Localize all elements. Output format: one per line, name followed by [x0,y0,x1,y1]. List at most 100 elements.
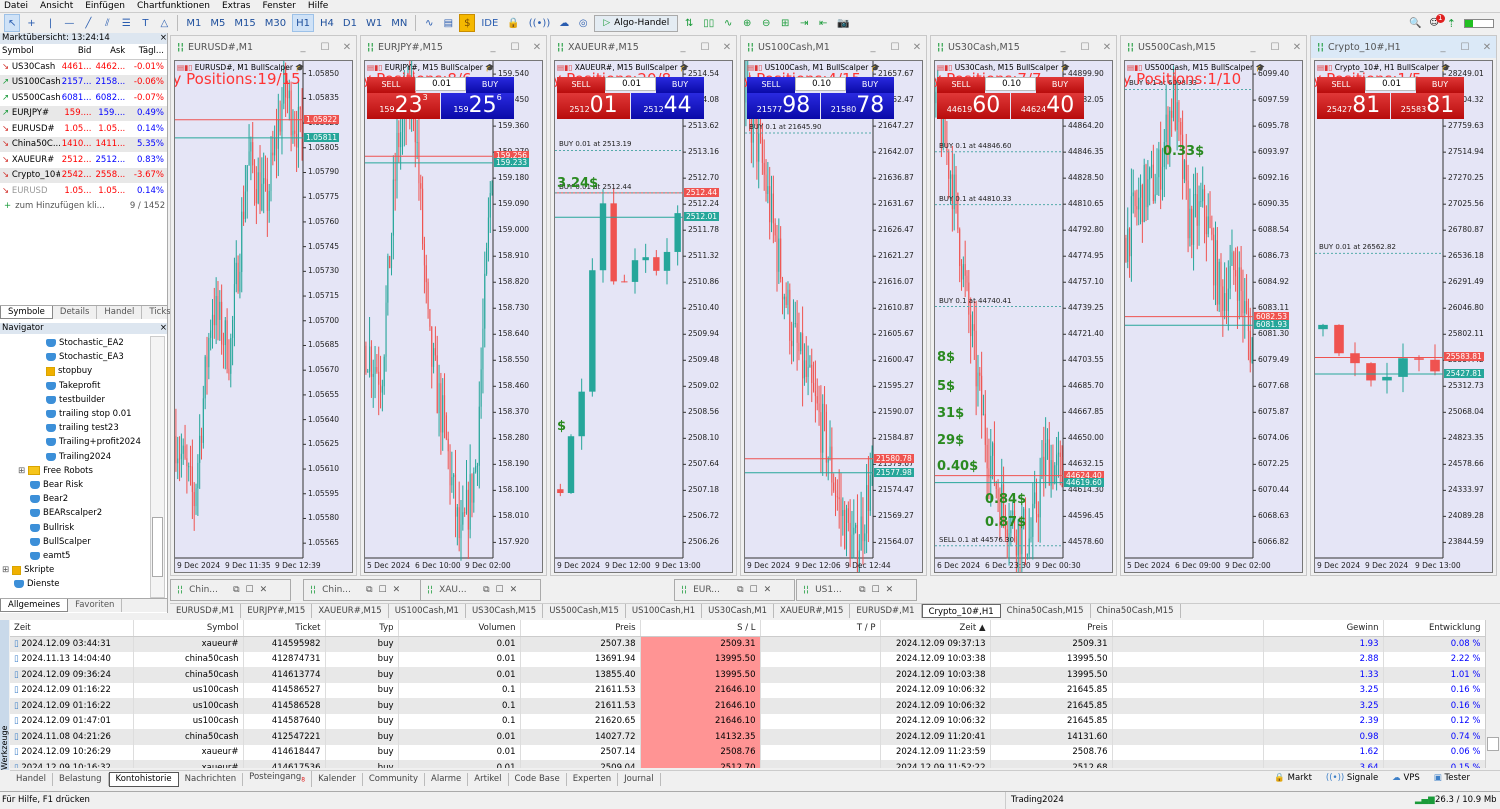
restore-button[interactable]: ⧉ [859,585,865,595]
buy-price[interactable]: 251244 [631,93,704,119]
chart-window[interactable]: ¦¦ US30Cash,M15 _ ☐ ✕ BUY 0.1 at 44846.60 BUY … [930,35,1117,576]
navigator-item[interactable]: trailing stop 0.01 [0,407,150,421]
zoom-out-icon[interactable]: ⊖ [758,14,774,32]
market-watch-row[interactable]: ↘ China50C... 1410... 1411... 5.35% [0,137,167,153]
navigator-scrollbar[interactable] [150,336,165,598]
column-header[interactable]: Volumen [398,620,521,637]
buy-price[interactable]: 4462440 [1011,93,1084,119]
timeframe-h4[interactable]: H4 [317,14,337,32]
col-symbol[interactable]: Symbol [0,46,60,56]
account-icon[interactable]: ☺ 1 [1429,14,1445,28]
sell-button[interactable]: SELL [1317,77,1365,93]
restore-button[interactable]: ⧉ [483,585,489,595]
menu-einfügen[interactable]: Einfügen [81,0,133,12]
navigator-item[interactable]: Trailing+profit2024 [0,435,150,449]
close-button[interactable]: ✕ [1288,42,1306,53]
maximize-button[interactable]: ☐ [1266,42,1284,53]
buy-price[interactable]: 159256 [441,93,514,119]
sell-price[interactable]: 2157798 [747,93,820,119]
minimize-button[interactable]: _ [1054,42,1072,53]
chart-canvas[interactable]: BUY 0.1 at 44846.60 BUY 0.1 at 44810.33 BU… [934,60,1113,573]
tab-experten[interactable]: Experten [567,772,619,786]
close-button[interactable]: ✕ [1098,42,1116,53]
chart-shift-icon[interactable]: ⇤ [815,14,831,32]
indicators-icon[interactable]: ∿ [421,14,437,32]
column-header[interactable]: Typ [325,620,399,637]
scroll-thumb[interactable] [152,517,163,577]
column-header[interactable]: Ticket [243,620,326,637]
tab-alarme[interactable]: Alarme [425,772,469,786]
timeframe-w1[interactable]: W1 [363,14,385,32]
timeframe-h1[interactable]: H1 [292,14,314,32]
timeframe-d1[interactable]: D1 [340,14,360,32]
minimize-button[interactable]: _ [674,42,692,53]
chart-canvas[interactable]: 159.540159.450159.360159.270159.180159.0… [364,60,543,573]
minimized-chart-window[interactable]: ¦¦ US1... ⧉ ☐ ✕ [796,579,917,601]
table-scrollbar[interactable] [1485,620,1500,768]
chart-titlebar[interactable]: ¦¦ EURUSD#,M1 _ ☐ ✕ [171,36,356,58]
maximize-button[interactable]: ☐ [750,585,758,595]
navigator-item[interactable]: Takeprofit [0,379,150,393]
lot-size-input[interactable]: 0.01 [415,77,466,91]
buy-price[interactable]: 2158078 [821,93,894,119]
buy-button[interactable]: BUY [846,77,894,93]
column-header[interactable]: Preis [990,620,1113,637]
col-daily[interactable]: Tägl... [127,46,167,56]
vertical-line-icon[interactable]: | [42,14,58,32]
buy-price[interactable]: 2558381 [1391,93,1464,119]
navigator-item[interactable]: Bullrisk [0,520,150,534]
maximize-button[interactable]: ☐ [1076,42,1094,53]
ide-button[interactable]: IDE [478,14,501,32]
crosshair-icon[interactable]: + [23,14,39,32]
sell-price[interactable]: 2542781 [1317,93,1390,119]
column-header[interactable]: Zeit [10,620,134,637]
buy-button[interactable]: BUY [1416,77,1464,93]
expand-icon[interactable]: ⊞ [2,565,9,575]
navigator-item[interactable]: trailing test23 [0,421,150,435]
timeframe-m30[interactable]: M30 [262,14,289,32]
tab-belastung[interactable]: Belastung [53,772,109,786]
column-header[interactable] [1112,620,1264,637]
restore-button[interactable]: ⧉ [233,585,239,595]
status-profile[interactable]: Trading2024 [1005,792,1064,809]
table-row[interactable]: ▯ 2024.12.09 01:16:22 us100cash 414586527 b… [10,682,1485,698]
table-row[interactable]: ▯ 2024.12.09 01:47:01 us100cash 414587640 b… [10,713,1485,729]
minimized-chart-window[interactable]: ¦¦ Chin... ⧉ ☐ ✕ [170,579,291,601]
maximize-button[interactable]: ☐ [872,585,880,595]
shapes-icon[interactable]: △ [156,14,172,32]
sell-price[interactable]: 4461960 [937,93,1010,119]
close-button[interactable]: ✕ [764,585,772,595]
chart-tab[interactable]: China50Cash,M15 [1001,604,1091,618]
search-icon[interactable]: 🔍 [1409,18,1421,29]
sell-button[interactable]: SELL [367,77,415,93]
chart-titlebar[interactable]: ¦¦ Crypto_10#,H1 _ ☐ ✕ [1311,36,1496,58]
maximize-button[interactable]: ☐ [886,42,904,53]
chart-tab[interactable]: US100Cash,H1 [626,604,703,618]
timeframe-m1[interactable]: M1 [183,14,204,32]
column-header[interactable]: Symbol [133,620,244,637]
table-row[interactable]: ▯ 2024.12.09 03:44:31 xaueur# 414595982 buy… [10,636,1485,652]
market-watch-row[interactable]: ↘ US30Cash 4461... 4462... -0.01% [0,60,167,75]
sell-button[interactable]: SELL [747,77,795,93]
market-watch-row[interactable]: ↘ EURUSD 1.05... 1.05... 0.14% [0,184,167,199]
minimized-chart-window[interactable]: ¦¦ EUR... ⧉ ☐ ✕ [674,579,795,601]
chart-tab[interactable]: US30Cash,M1 [702,604,775,618]
chart-tab[interactable]: Crypto_10#,H1 [921,604,1001,618]
buy-button[interactable]: BUY [466,77,514,93]
text-icon[interactable]: T [137,14,153,32]
chart-tab[interactable]: EURUSD#,M1 [170,604,242,618]
table-row[interactable]: ▯ 2024.12.09 09:36:24 china50cash 41461377… [10,667,1485,683]
timeframe-mn[interactable]: MN [388,14,410,32]
sell-price[interactable]: 251201 [557,93,630,119]
chart-window[interactable]: ¦¦ XAUEUR#,M15 _ ☐ ✕ BUY 0.01 at 2513.19 BUY 0… [550,35,737,576]
sell-button[interactable]: SELL [937,77,985,93]
channel-icon[interactable]: ⫽ [99,14,115,32]
chart-titlebar[interactable]: ¦¦ US30Cash,M15 _ ☐ ✕ [931,36,1116,58]
close-button[interactable]: ✕ [338,42,356,53]
lot-size-input[interactable]: 0.01 [605,77,656,91]
tab-allgemeines[interactable]: Allgemeines [0,599,69,612]
table-row[interactable]: ▯ 2024.12.09 10:26:29 xaueur# 414618447 buy… [10,744,1485,760]
maximize-button[interactable]: ☐ [506,42,524,53]
column-header[interactable]: Entwicklung [1383,620,1485,637]
minimize-button[interactable]: _ [1434,42,1452,53]
